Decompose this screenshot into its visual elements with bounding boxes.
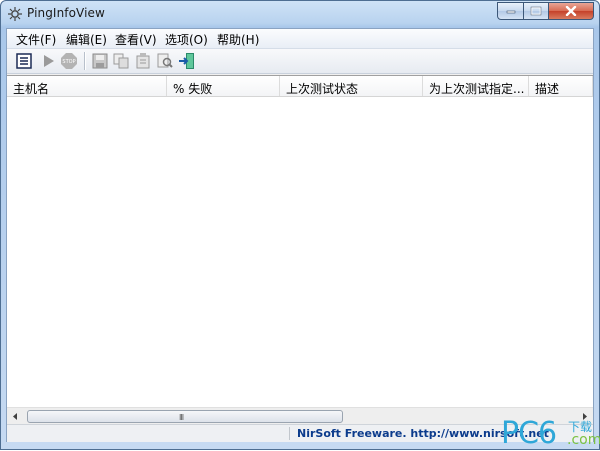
properties-icon[interactable] [134,52,152,70]
play-icon[interactable] [39,52,57,70]
toolbar-separator [84,52,86,70]
scrollbar-thumb[interactable]: III [27,410,343,423]
status-divider [289,427,290,440]
svg-text:STOP: STOP [62,59,75,65]
watermark-pc6: PC6 [501,416,557,451]
column-last-status[interactable]: 上次测试状态 [280,76,423,96]
toolbar: STOP [7,49,593,74]
menu-view[interactable]: 查看(V) [113,31,159,48]
column-last-test-time[interactable]: 为上次测试指定... [423,76,529,96]
window-title: PingInfoView [27,6,105,20]
title-bar[interactable]: PingInfoView [1,1,599,27]
menu-file[interactable]: 文件(F) [14,31,58,48]
column-failed-percent[interactable]: % 失败 [167,76,280,96]
client-area: 文件(F) 编辑(E) 查看(V) 选项(O) 帮助(H) STOP 主机名 %… [6,28,594,442]
app-icon [7,6,23,22]
close-button[interactable] [548,2,594,20]
column-hostname[interactable]: 主机名 [7,76,167,96]
app-window: PingInfoView 文件(F) 编辑(E) 查看(V) 选项(O) 帮助(… [0,0,600,451]
host-list[interactable]: 主机名 % 失败 上次测试状态 为上次测试指定... 描述 [7,75,593,408]
close-icon [565,6,577,16]
menu-bar: 文件(F) 编辑(E) 查看(V) 选项(O) 帮助(H) [7,29,593,49]
stop-icon[interactable]: STOP [60,52,78,70]
watermark: PC6 下载 .com [501,416,600,451]
menu-options[interactable]: 选项(O) [163,31,210,48]
minimize-button[interactable] [497,2,524,20]
maximize-button[interactable] [523,2,549,20]
maximize-icon [530,6,542,16]
watermark-com: .com [567,432,600,448]
find-icon[interactable] [156,52,174,70]
scrollbar-grip: III [179,413,184,422]
save-icon[interactable] [91,52,109,70]
copy-icon[interactable] [112,52,130,70]
list-header: 主机名 % 失败 上次测试状态 为上次测试指定... 描述 [7,76,593,97]
list-icon[interactable] [15,52,33,70]
minimize-icon [506,10,515,14]
menu-edit[interactable]: 编辑(E) [64,31,109,48]
exit-icon[interactable] [178,52,196,70]
column-description[interactable]: 描述 [529,76,593,96]
scroll-left-icon[interactable] [7,408,24,425]
menu-help[interactable]: 帮助(H) [215,31,261,48]
